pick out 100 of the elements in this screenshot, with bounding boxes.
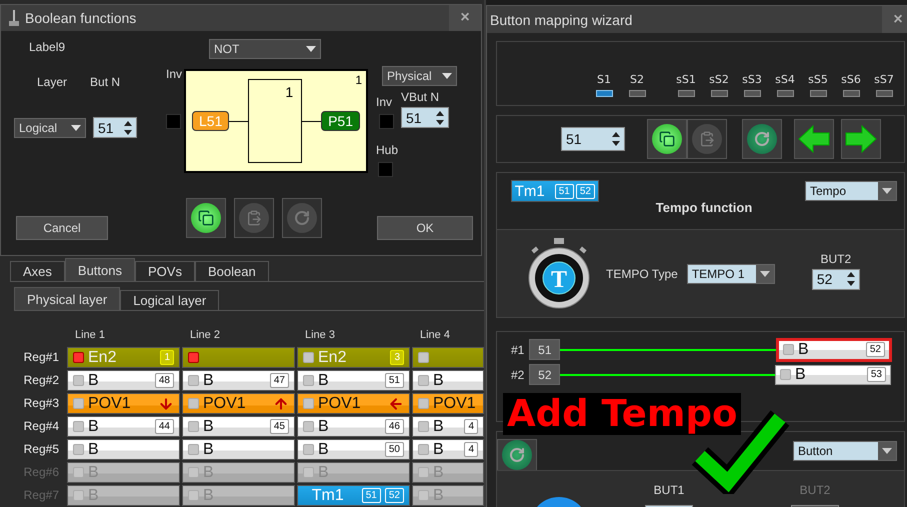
- indicator-light: [73, 490, 84, 501]
- switch-toggle[interactable]: sS5: [805, 73, 831, 97]
- clipboard-icon: [246, 210, 262, 226]
- forward-button[interactable]: [841, 119, 881, 159]
- tab[interactable]: POVs: [135, 261, 195, 281]
- mapping-cell[interactable]: B 51: [297, 370, 410, 391]
- indicator-light: [418, 467, 429, 478]
- cell-label: POV1: [433, 394, 477, 412]
- number-spin-field[interactable]: 51: [401, 107, 449, 128]
- layer-dropdown[interactable]: Physical: [382, 66, 457, 86]
- reset-button[interactable]: [742, 119, 782, 159]
- mapping-cell[interactable]: B: [67, 439, 180, 460]
- tab[interactable]: Boolean: [194, 261, 269, 281]
- cell-label: En2: [88, 348, 118, 366]
- mapping-cell[interactable]: B 4: [412, 416, 484, 437]
- mapping-cell[interactable]: B 52: [776, 338, 892, 362]
- switch-toggle[interactable]: sS3: [739, 73, 765, 97]
- cell-label: B: [798, 340, 810, 358]
- close-button[interactable]: ×: [882, 6, 907, 33]
- column-header: Line 2: [189, 329, 221, 343]
- switch-toggle[interactable]: S2: [625, 73, 649, 97]
- mapping-cell[interactable]: B 45: [182, 416, 295, 437]
- switch-toggle[interactable]: sS7: [871, 73, 897, 97]
- switch-toggle[interactable]: sS2: [706, 73, 732, 97]
- switch-toggle[interactable]: S1: [592, 73, 616, 97]
- cell-label: B: [433, 372, 445, 390]
- mapping-cell[interactable]: B 46: [297, 416, 410, 437]
- mapping-cell[interactable]: POV1: [182, 393, 295, 414]
- indicator-light: [303, 421, 314, 432]
- virtual-button-label: VBut N: [401, 90, 440, 104]
- section-title: Tempo function: [656, 200, 752, 215]
- mapping-cell[interactable]: B 50: [297, 439, 410, 460]
- spinner-arrows-icon: [436, 110, 444, 124]
- copy-button[interactable]: [186, 198, 226, 238]
- index-label: #2: [511, 368, 524, 382]
- cancel-button[interactable]: Cancel: [16, 216, 108, 240]
- mapping-cell[interactable]: B 48: [67, 370, 180, 391]
- column-header: Line 3: [304, 329, 336, 343]
- copy-button[interactable]: [647, 119, 687, 159]
- function-dropdown[interactable]: NOT: [209, 39, 321, 59]
- checkbox[interactable]: [166, 114, 181, 129]
- cell-label: En2: [318, 348, 348, 366]
- number-spin-field[interactable]: 51: [561, 127, 625, 151]
- hub-label: Hub: [376, 143, 400, 157]
- tab[interactable]: Physical layer: [14, 287, 120, 310]
- mapping-cell[interactable]: B 53: [775, 364, 891, 384]
- tab[interactable]: Axes: [10, 261, 65, 281]
- joystick-icon: [9, 10, 19, 26]
- mapping-cell[interactable]: POV1: [67, 393, 180, 414]
- tab[interactable]: Logical layer: [120, 290, 220, 310]
- back-button[interactable]: [794, 119, 834, 159]
- indicator-light: [303, 444, 314, 455]
- value-box: 52: [529, 364, 560, 385]
- tab[interactable]: Buttons: [64, 258, 135, 281]
- number-badge: 51: [554, 184, 574, 198]
- ok-button[interactable]: OK: [377, 216, 473, 240]
- mapping-cell[interactable]: [182, 347, 295, 368]
- indicator-light: [418, 398, 429, 409]
- reset-button[interactable]: [497, 439, 537, 471]
- reset-icon: [754, 131, 770, 147]
- mapping-cell[interactable]: B: [182, 439, 295, 460]
- row-label: Reg#5: [22, 441, 60, 458]
- caret-icon: [882, 448, 892, 454]
- checkbox[interactable]: [378, 162, 393, 177]
- mapping-cell[interactable]: B 47: [182, 370, 295, 391]
- tempo-type-label: TEMPO Type: [606, 266, 678, 280]
- mapping-cell[interactable]: B: [412, 370, 484, 391]
- function-dropdown[interactable]: Tempo: [805, 181, 897, 201]
- mapping-cell[interactable]: B 44: [67, 416, 180, 437]
- caret-icon: [882, 188, 892, 194]
- caret-icon: [306, 46, 316, 52]
- indicator-light: [418, 444, 429, 455]
- mapping-cell[interactable]: [412, 347, 484, 368]
- row-label: Reg#1: [22, 349, 60, 366]
- cell-label: POV1: [88, 394, 132, 412]
- reset-icon: [509, 447, 525, 463]
- indicator-light: [188, 375, 199, 386]
- checkbox[interactable]: [379, 114, 394, 129]
- row-label: Reg#6: [22, 464, 60, 481]
- column-header: Line 1: [74, 329, 106, 343]
- number-spin-field[interactable]: 52: [812, 268, 860, 290]
- cell-label: POV1: [203, 394, 247, 412]
- cell-label: B: [203, 372, 215, 390]
- button-label: BUT2: [800, 483, 830, 497]
- indicator-light: [73, 421, 84, 432]
- switch-toggle[interactable]: sS1: [673, 73, 699, 97]
- index-label: #1: [511, 342, 524, 356]
- function-dropdown[interactable]: Button: [793, 441, 897, 461]
- tempo-type-dropdown[interactable]: TEMPO 1: [686, 264, 775, 284]
- number-badge: 4: [464, 442, 478, 457]
- clipboard-icon: [699, 131, 715, 147]
- switch-toggle[interactable]: sS6: [838, 73, 864, 97]
- number-spin-field[interactable]: 51: [93, 117, 137, 138]
- close-button[interactable]: ×: [449, 5, 481, 31]
- mapping-cell[interactable]: B 4: [412, 439, 484, 460]
- switch-toggle[interactable]: sS4: [772, 73, 798, 97]
- row-label: Reg#4: [22, 418, 60, 435]
- layer-dropdown[interactable]: Logical: [14, 118, 86, 138]
- mapping-cell[interactable]: POV1: [297, 393, 410, 414]
- mapping-cell[interactable]: POV1: [412, 393, 484, 414]
